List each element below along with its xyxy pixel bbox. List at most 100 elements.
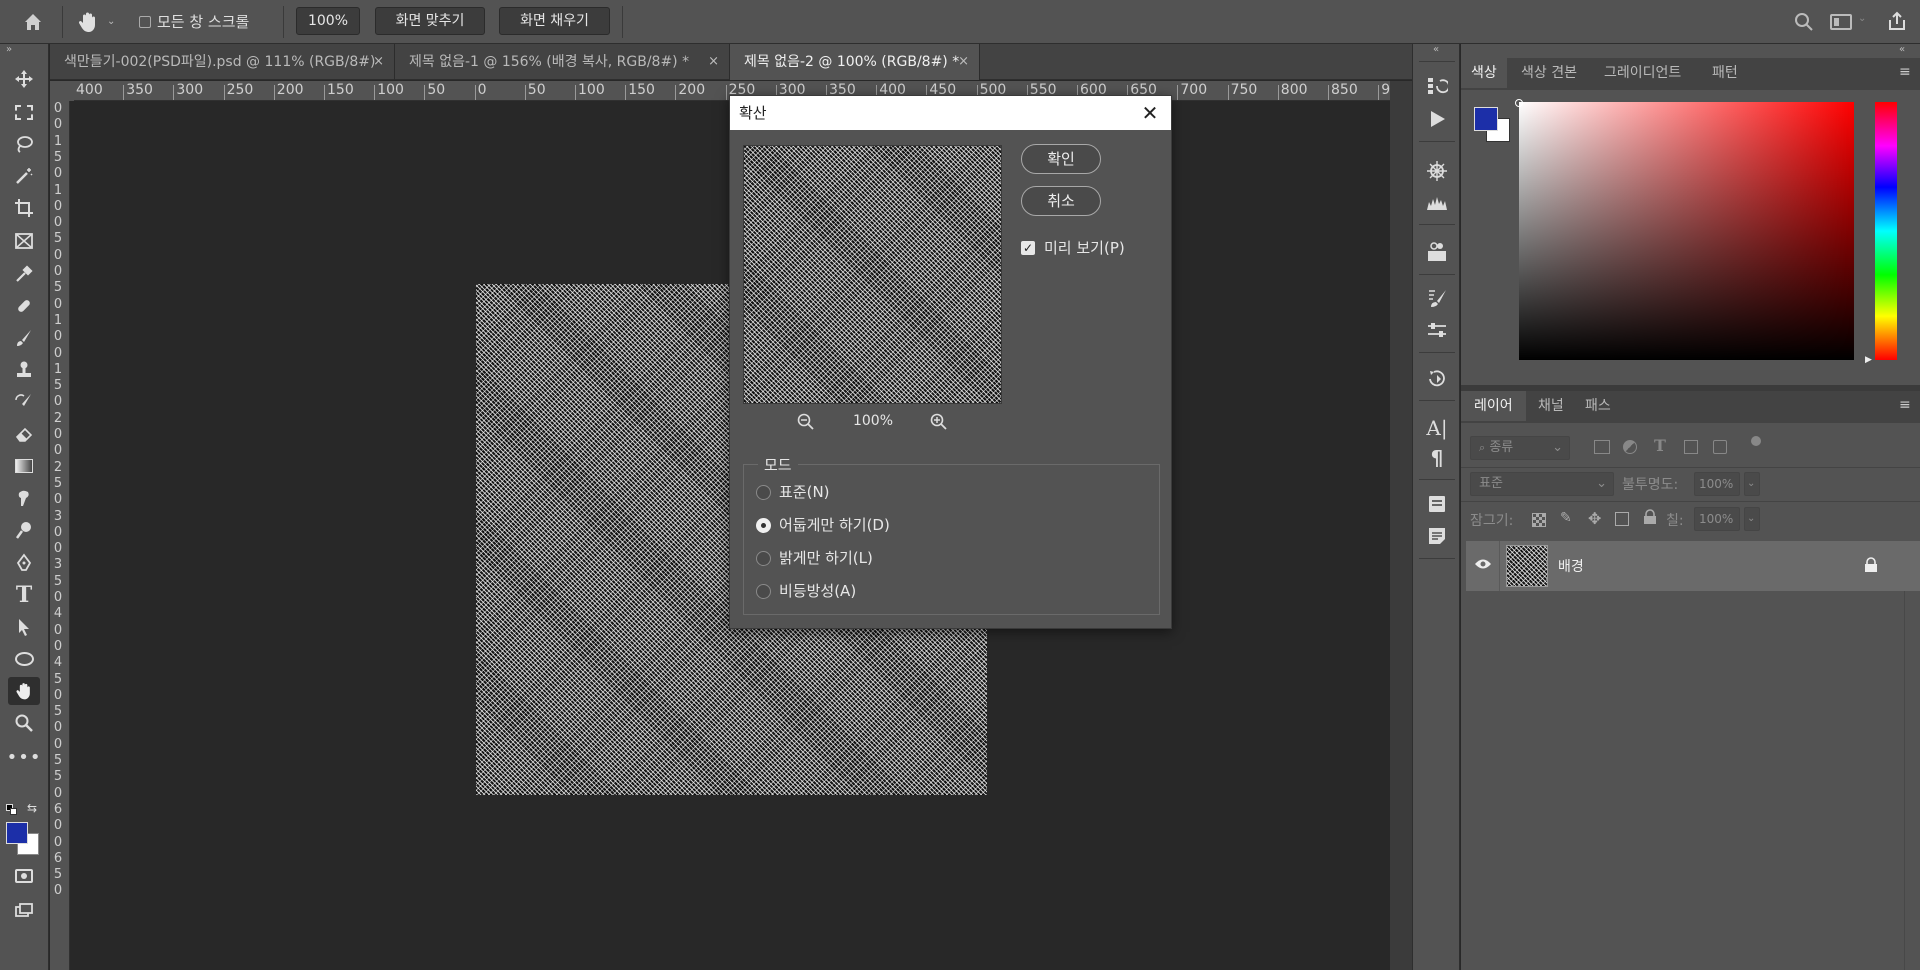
default-colors-icon[interactable] bbox=[6, 804, 18, 816]
layer-row[interactable]: 배경 bbox=[1466, 541, 1920, 591]
dodge-tool-icon[interactable] bbox=[8, 516, 40, 544]
quick-mask-icon[interactable] bbox=[8, 862, 40, 890]
lasso-tool-icon[interactable] bbox=[8, 130, 40, 158]
scroll-all-checkbox[interactable] bbox=[139, 16, 151, 28]
eyedropper-tool-icon[interactable] bbox=[8, 260, 40, 288]
close-icon[interactable]: × bbox=[958, 44, 969, 80]
color-picker-field[interactable] bbox=[1519, 102, 1854, 360]
share-icon[interactable] bbox=[1886, 10, 1908, 32]
fill-dropdown[interactable]: ⌄ bbox=[1744, 507, 1760, 531]
libraries-panel-icon[interactable] bbox=[1425, 492, 1449, 516]
filter-adjustment-icon[interactable] bbox=[1623, 440, 1637, 454]
mode-normal-label[interactable]: 표준(N) bbox=[779, 481, 830, 502]
character-panel-icon[interactable]: A| bbox=[1425, 416, 1449, 440]
panel-collapse-icon[interactable]: « bbox=[1899, 44, 1905, 55]
zoom-in-icon[interactable] bbox=[929, 412, 949, 432]
notes-panel-icon[interactable] bbox=[1425, 524, 1449, 548]
filter-preview[interactable] bbox=[743, 145, 1002, 404]
screen-mode-icon[interactable] bbox=[8, 897, 40, 925]
brush-tool-icon[interactable] bbox=[8, 324, 40, 352]
smudge-tool-icon[interactable] bbox=[8, 484, 40, 512]
close-icon[interactable]: × bbox=[373, 44, 384, 80]
frame-tool-icon[interactable] bbox=[8, 227, 40, 255]
zoom-out-icon[interactable] bbox=[796, 412, 816, 432]
hue-slider[interactable] bbox=[1875, 102, 1897, 360]
mode-lighten-only-radio[interactable] bbox=[756, 551, 771, 566]
marquee-tool-icon[interactable] bbox=[8, 98, 40, 126]
tab-paths[interactable]: 패스 bbox=[1577, 391, 1619, 421]
tab-document-3[interactable]: 제목 없음-2 @ 100% (RGB/8#) * × bbox=[730, 44, 980, 80]
hue-slider-handle[interactable]: ▶ bbox=[1865, 355, 1872, 365]
panel-collapse-icon[interactable]: » bbox=[6, 44, 12, 55]
panel-menu-icon[interactable]: ≡ bbox=[1899, 397, 1911, 413]
tab-patterns[interactable]: 패턴 bbox=[1704, 58, 1746, 88]
mode-darken-only-label[interactable]: 어둡게만 하기(D) bbox=[779, 514, 890, 535]
tab-document-2[interactable]: 제목 없음-1 @ 156% (배경 복사, RGB/8#) * × bbox=[395, 44, 730, 80]
layer-name[interactable]: 배경 bbox=[1558, 556, 1584, 576]
blend-mode-select[interactable]: 표준 ⌄ bbox=[1470, 472, 1614, 496]
mode-anisotropic-radio[interactable] bbox=[756, 584, 771, 599]
color-picker-marker[interactable] bbox=[1515, 99, 1523, 107]
actions-panel-icon[interactable] bbox=[1425, 107, 1449, 131]
mode-lighten-only-label[interactable]: 밝게만 하기(L) bbox=[779, 547, 873, 568]
gradient-tool-icon[interactable] bbox=[8, 452, 40, 480]
layer-filter-select[interactable]: ⌕ 종류 ⌄ bbox=[1470, 436, 1570, 460]
opacity-dropdown[interactable]: ⌄ bbox=[1744, 472, 1760, 496]
ok-button[interactable]: 확인 bbox=[1021, 144, 1101, 174]
tab-gradients[interactable]: 그레이디언트 bbox=[1596, 58, 1689, 88]
history-panel-icon[interactable] bbox=[1425, 74, 1449, 98]
magic-wand-tool-icon[interactable] bbox=[8, 162, 40, 190]
fit-screen-button[interactable]: 화면 맞추기 bbox=[375, 7, 485, 35]
ellipse-tool-icon[interactable] bbox=[8, 645, 40, 673]
panel-collapse-icon[interactable]: « bbox=[1433, 44, 1439, 55]
lock-pixels-icon[interactable]: ✎ bbox=[1560, 510, 1572, 526]
opacity-input[interactable]: 100% bbox=[1694, 472, 1740, 496]
zoom-value-field[interactable]: 100% bbox=[296, 7, 360, 35]
move-tool-icon[interactable] bbox=[8, 65, 40, 93]
histogram-panel-icon[interactable] bbox=[1425, 190, 1449, 214]
layer-lock-icon[interactable] bbox=[1864, 557, 1878, 573]
tab-color[interactable]: 색상 bbox=[1461, 58, 1507, 88]
tab-channels[interactable]: 채널 bbox=[1530, 391, 1572, 421]
crop-tool-icon[interactable] bbox=[8, 194, 40, 222]
tab-layers[interactable]: 레이어 bbox=[1461, 391, 1526, 421]
stamp-tool-icon[interactable] bbox=[8, 356, 40, 384]
navigator-panel-icon[interactable] bbox=[1425, 159, 1449, 183]
brushes-panel-icon[interactable] bbox=[1425, 286, 1449, 310]
layers-scroll-track[interactable] bbox=[1904, 591, 1920, 970]
mode-normal-radio[interactable] bbox=[756, 485, 771, 500]
tab-document-1[interactable]: 색만들기-002(PSD파일).psd @ 111% (RGB/8#) × bbox=[50, 44, 395, 80]
filter-type-icon[interactable]: T bbox=[1654, 436, 1666, 455]
preview-checkbox[interactable]: ✓ bbox=[1021, 241, 1035, 255]
lock-artboard-icon[interactable] bbox=[1615, 512, 1629, 526]
filter-toggle-icon[interactable] bbox=[1751, 436, 1761, 446]
properties-panel-icon[interactable] bbox=[1425, 240, 1449, 264]
canvas-scrollbar[interactable] bbox=[1390, 81, 1412, 970]
foreground-color-swatch[interactable] bbox=[6, 822, 28, 844]
hand-tool-icon[interactable] bbox=[8, 677, 40, 705]
color-replace-panel-icon[interactable] bbox=[1425, 366, 1449, 390]
color-fg-swatch[interactable] bbox=[1474, 107, 1498, 131]
close-icon[interactable]: ✕ bbox=[1139, 96, 1161, 130]
lock-transparency-icon[interactable] bbox=[1532, 513, 1546, 527]
filter-shape-icon[interactable] bbox=[1684, 440, 1698, 454]
layer-thumbnail[interactable] bbox=[1506, 545, 1548, 587]
chevron-down-icon[interactable]: ⌄ bbox=[107, 16, 117, 27]
lock-all-icon[interactable] bbox=[1643, 509, 1657, 525]
zoom-tool-icon[interactable] bbox=[8, 709, 40, 737]
pen-tool-icon[interactable] bbox=[8, 549, 40, 577]
home-icon[interactable] bbox=[22, 11, 44, 33]
close-icon[interactable]: × bbox=[708, 44, 719, 80]
path-selection-tool-icon[interactable] bbox=[8, 613, 40, 641]
history-brush-tool-icon[interactable] bbox=[8, 388, 40, 416]
mode-darken-only-radio[interactable] bbox=[756, 518, 771, 533]
type-tool-icon[interactable]: T bbox=[8, 581, 40, 609]
adjustments-panel-icon[interactable] bbox=[1425, 318, 1449, 342]
mode-anisotropic-label[interactable]: 비등방성(A) bbox=[779, 580, 856, 601]
search-icon[interactable] bbox=[1794, 12, 1814, 32]
filter-smart-object-icon[interactable] bbox=[1713, 440, 1727, 454]
workspace-icon[interactable] bbox=[1830, 14, 1852, 30]
lock-position-icon[interactable]: ✥ bbox=[1588, 509, 1601, 528]
healing-brush-tool-icon[interactable] bbox=[8, 292, 40, 320]
more-tools-icon[interactable]: ••• bbox=[7, 743, 41, 771]
